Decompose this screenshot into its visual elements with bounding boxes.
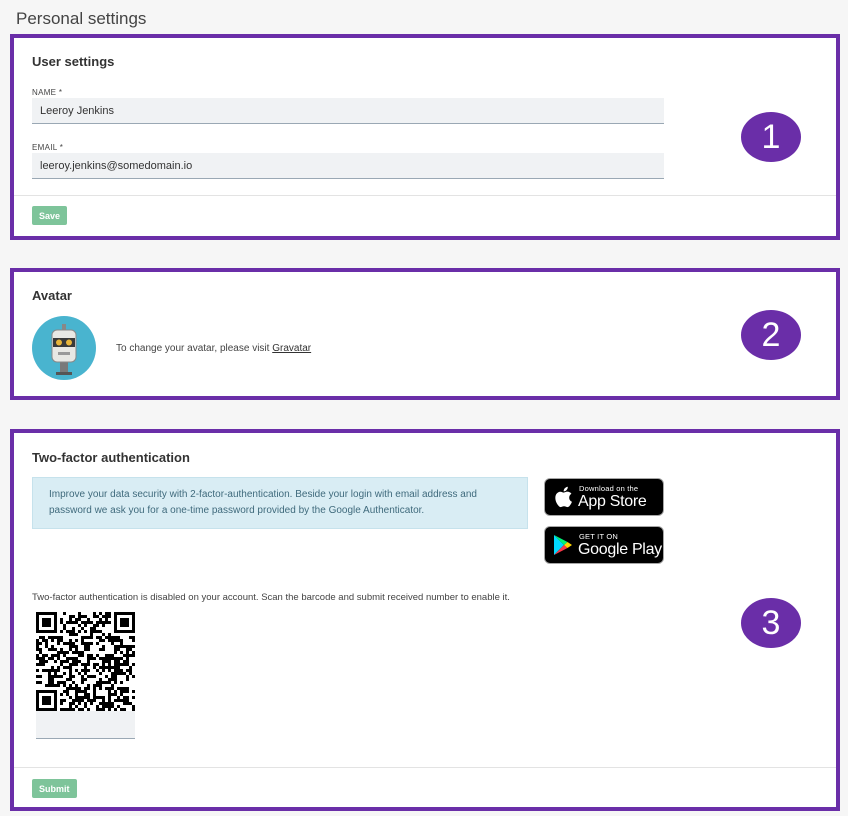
app-store-button[interactable]: Download on the App Store — [544, 478, 664, 516]
divider — [14, 195, 836, 196]
avatar — [32, 316, 96, 380]
google-play-button[interactable]: GET IT ON Google Play — [544, 526, 664, 564]
name-field[interactable] — [32, 98, 664, 124]
two-factor-info: Improve your data security with 2-factor… — [32, 477, 528, 529]
qr-code-icon — [36, 612, 135, 711]
email-field[interactable] — [32, 153, 664, 179]
qr-code-container — [36, 612, 135, 739]
avatar-panel: Avatar To change your avatar, please vis… — [10, 268, 840, 400]
name-label: NAME * — [32, 88, 63, 97]
google-play-icon — [554, 535, 572, 555]
google-play-small: GET IT ON — [579, 532, 619, 541]
user-settings-panel: User settings NAME * EMAIL * Save 1 — [10, 34, 840, 240]
user-settings-title: User settings — [32, 54, 115, 69]
app-store-small: Download on the — [579, 484, 639, 493]
google-play-big: Google Play — [578, 541, 662, 558]
gravatar-link[interactable]: Gravatar — [272, 343, 311, 354]
app-store-big: App Store — [578, 493, 647, 510]
save-button[interactable]: Save — [32, 206, 68, 225]
apple-icon — [555, 486, 572, 508]
two-factor-status: Two-factor authentication is disabled on… — [32, 592, 510, 603]
submit-button[interactable]: Submit — [32, 779, 77, 798]
robot-avatar-icon — [51, 324, 77, 375]
email-label: EMAIL * — [32, 143, 64, 152]
avatar-title: Avatar — [32, 288, 72, 303]
step-badge-1: 1 — [741, 112, 801, 162]
page-title: Personal settings — [16, 9, 147, 28]
two-factor-title: Two-factor authentication — [32, 450, 190, 465]
step-badge-3: 3 — [741, 598, 801, 648]
step-badge-2: 2 — [741, 310, 801, 360]
divider — [14, 767, 836, 768]
avatar-instruction: To change your avatar, please visit Grav… — [116, 343, 311, 354]
avatar-instruction-text: To change your avatar, please visit — [116, 343, 270, 354]
two-factor-panel: Two-factor authentication Improve your d… — [10, 429, 840, 811]
